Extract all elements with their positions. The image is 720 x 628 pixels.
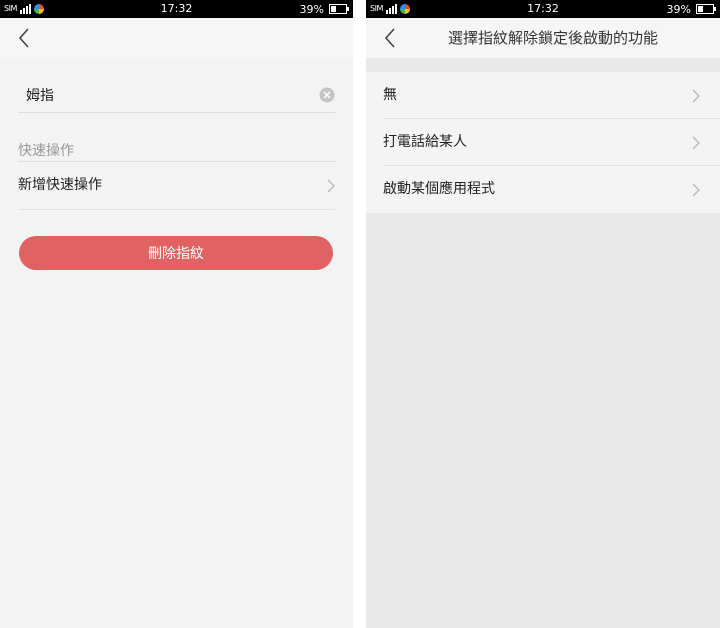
back-button[interactable] — [12, 26, 36, 50]
status-battery-group: 39% — [299, 0, 349, 18]
battery-fill — [698, 6, 703, 12]
title-bar: 選擇指紋解除鎖定後啟動的功能 — [366, 18, 720, 58]
option-label: 打電話給某人 — [383, 134, 467, 150]
row-divider — [18, 209, 335, 210]
title-bar — [0, 18, 353, 58]
option-launch-app[interactable]: 啟動某個應用程式 — [366, 166, 720, 213]
battery-percent: 39% — [666, 2, 691, 16]
comparison-stage: SIM 17:32 39% 快 — [0, 0, 720, 628]
option-none[interactable]: 無 — [366, 72, 720, 119]
add-quick-action-label: 新增快速操作 — [18, 177, 102, 193]
section-label-quick-actions: 快速操作 — [18, 143, 74, 159]
status-bar: SIM 17:32 39% — [366, 0, 720, 18]
page-title: 選擇指紋解除鎖定後啟動的功能 — [447, 29, 658, 47]
action-option-list: 無 打電話給某人 啟動某個應用程式 — [366, 72, 720, 213]
option-call-someone[interactable]: 打電話給某人 — [366, 119, 720, 166]
add-quick-action-row[interactable]: 新增快速操作 — [0, 162, 353, 209]
battery-icon — [696, 4, 716, 14]
chevron-right-icon — [327, 179, 335, 193]
fingerprint-name-input[interactable] — [26, 84, 306, 106]
option-label: 啟動某個應用程式 — [383, 181, 495, 197]
battery-fill — [331, 6, 336, 12]
chevron-right-icon — [692, 183, 700, 197]
status-battery-group: 39% — [666, 0, 716, 18]
option-label: 無 — [383, 87, 397, 103]
unlock-action-screen: SIM 17:32 39% 選擇指紋解除鎖定後啟動的功能 無 打電話給某人 啟動… — [366, 0, 720, 628]
clear-circle-icon[interactable] — [319, 87, 335, 103]
status-bar: SIM 17:32 39% — [0, 0, 353, 18]
battery-icon — [329, 4, 349, 14]
fingerprint-name-row — [18, 78, 335, 113]
chevron-left-icon — [18, 28, 29, 48]
chevron-right-icon — [692, 136, 700, 150]
chevron-right-icon — [692, 89, 700, 103]
fingerprint-settings-screen: SIM 17:32 39% 快 — [0, 0, 353, 628]
delete-fingerprint-button[interactable]: 刪除指紋 — [19, 236, 333, 270]
list-spacer — [366, 58, 720, 72]
battery-percent: 39% — [299, 2, 324, 16]
